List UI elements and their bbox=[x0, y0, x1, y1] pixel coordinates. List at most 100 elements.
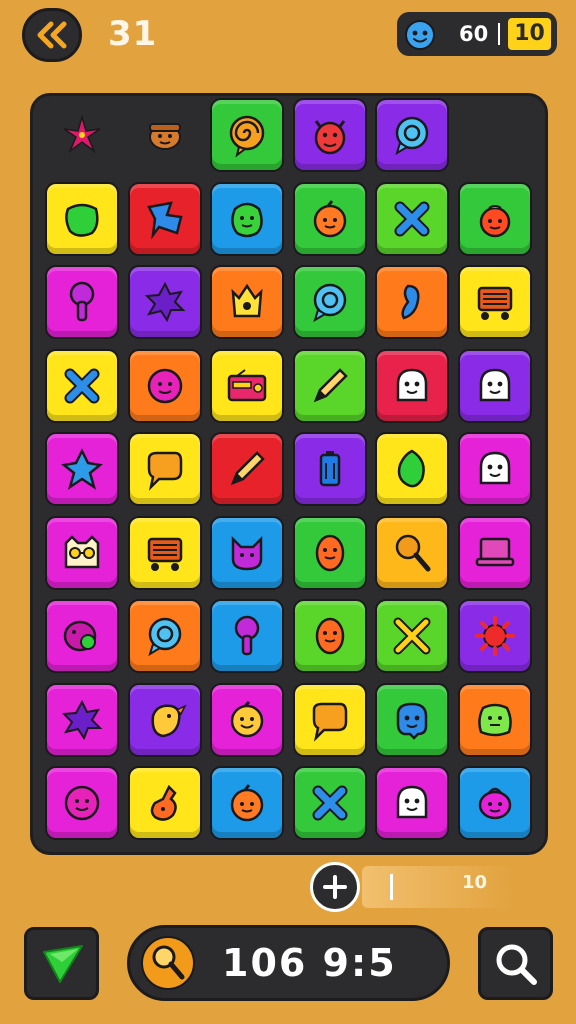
tile-crossed-tools[interactable] bbox=[375, 599, 449, 673]
tile-key[interactable] bbox=[210, 599, 284, 673]
tile-virus[interactable] bbox=[457, 599, 532, 673]
search-icon bbox=[496, 944, 537, 985]
tile-crown-face[interactable] bbox=[210, 265, 284, 339]
hint-divider bbox=[390, 874, 393, 900]
tile-speech[interactable] bbox=[292, 682, 367, 757]
fox-icon bbox=[150, 784, 177, 821]
tile-bird[interactable] bbox=[127, 682, 202, 757]
tile-speech[interactable] bbox=[127, 432, 202, 506]
tile-pot-face[interactable] bbox=[457, 766, 532, 840]
tile-glasses-face[interactable] bbox=[45, 515, 119, 590]
splat-icon bbox=[61, 699, 103, 740]
bean-icon bbox=[401, 284, 420, 320]
tile-ghost-face[interactable] bbox=[457, 432, 532, 506]
tile-cart[interactable] bbox=[457, 265, 532, 339]
key-icon bbox=[234, 615, 260, 656]
crossed-tools-icon bbox=[393, 617, 431, 655]
cat-face-icon bbox=[231, 535, 263, 570]
cart-icon bbox=[147, 537, 182, 571]
tile-cross[interactable] bbox=[292, 766, 367, 840]
tile-laptop[interactable] bbox=[457, 515, 532, 590]
blob-face-icon bbox=[477, 703, 512, 736]
tile-bean[interactable] bbox=[375, 265, 449, 339]
tile-cat-face[interactable] bbox=[210, 515, 284, 590]
hint-count: 10 bbox=[462, 872, 488, 893]
tile-cross[interactable] bbox=[45, 348, 119, 423]
tile-monkey-face[interactable] bbox=[128, 98, 202, 172]
back-button[interactable] bbox=[22, 8, 82, 62]
tile-pencil[interactable] bbox=[292, 348, 367, 423]
tile-leaf[interactable] bbox=[375, 432, 449, 506]
star-icon bbox=[61, 448, 103, 490]
tile-flower[interactable] bbox=[45, 98, 119, 172]
tile-fish[interactable] bbox=[127, 181, 202, 256]
tile-cart[interactable] bbox=[127, 515, 202, 590]
tile-pig[interactable] bbox=[45, 599, 119, 673]
tile-ghost-face[interactable] bbox=[457, 348, 532, 423]
tile-blob[interactable] bbox=[45, 181, 119, 256]
ghost-face-icon bbox=[396, 785, 428, 819]
tile-cross[interactable] bbox=[375, 181, 449, 256]
tile-blob-face[interactable] bbox=[457, 682, 532, 757]
tile-swirl-bubble[interactable] bbox=[210, 98, 284, 172]
tile-smiley[interactable] bbox=[210, 682, 284, 757]
tile-ghost-face[interactable] bbox=[375, 766, 449, 840]
level-badge: 10 bbox=[508, 18, 551, 50]
bean-face-icon bbox=[315, 534, 344, 571]
tile-pencil[interactable] bbox=[210, 432, 284, 506]
search-button[interactable] bbox=[478, 927, 553, 1000]
tile-devil-face[interactable] bbox=[292, 98, 367, 172]
tile-orange-face[interactable] bbox=[292, 181, 367, 256]
speech-icon bbox=[312, 702, 347, 742]
tile-star[interactable] bbox=[45, 432, 119, 506]
key-icon bbox=[69, 281, 95, 322]
ghost-face-icon bbox=[479, 451, 510, 485]
chat-bubble-icon bbox=[312, 283, 346, 323]
tile-face[interactable] bbox=[45, 766, 119, 840]
tile-cactus-face[interactable] bbox=[210, 181, 284, 256]
total-score: 106 9:5 bbox=[222, 941, 397, 985]
devil-face-icon bbox=[314, 120, 345, 155]
face-icon bbox=[64, 785, 100, 821]
splat-icon bbox=[144, 281, 185, 323]
chat-bubble-icon bbox=[395, 116, 429, 156]
tile-face[interactable] bbox=[127, 348, 202, 423]
tile-chat-bubble[interactable] bbox=[292, 265, 367, 339]
green-arrow-icon bbox=[42, 944, 83, 983]
tile-radio[interactable] bbox=[210, 348, 284, 423]
pot-face-icon bbox=[478, 787, 511, 820]
tile-bean-face[interactable] bbox=[292, 599, 367, 673]
ghost-face-icon bbox=[396, 368, 428, 401]
pencil-icon bbox=[230, 451, 265, 486]
tile-magnifier[interactable] bbox=[375, 515, 449, 590]
smiley-icon bbox=[230, 700, 264, 737]
fish-icon bbox=[146, 200, 183, 240]
tile-tomato-face[interactable] bbox=[457, 181, 532, 256]
tile-fox[interactable] bbox=[127, 766, 202, 840]
tile-splat[interactable] bbox=[127, 265, 202, 339]
pig-icon bbox=[63, 620, 97, 652]
total-score-bar: 106 9:5 bbox=[127, 925, 450, 1001]
tile-splat[interactable] bbox=[45, 682, 119, 757]
tile-chat-bubble[interactable] bbox=[375, 98, 449, 172]
blob-icon bbox=[65, 203, 99, 237]
tile-key[interactable] bbox=[45, 265, 119, 339]
tile-orange-face[interactable] bbox=[210, 766, 284, 840]
player-score-pill: 60 10 bbox=[397, 12, 557, 56]
tile-battery[interactable] bbox=[292, 432, 367, 506]
tile-parrot-face[interactable] bbox=[375, 682, 449, 757]
glasses-face-icon bbox=[64, 534, 100, 568]
add-button[interactable] bbox=[310, 862, 360, 912]
tile-chat-bubble[interactable] bbox=[127, 599, 202, 673]
tile-bean-face[interactable] bbox=[292, 515, 367, 590]
pencil-icon bbox=[313, 367, 348, 402]
confirm-button[interactable] bbox=[24, 927, 99, 1000]
coin-magnifier-icon bbox=[141, 936, 195, 990]
ghost-face-icon bbox=[479, 368, 510, 401]
battery-icon bbox=[319, 451, 340, 487]
flower-icon bbox=[63, 114, 101, 154]
tile-ghost-face[interactable] bbox=[375, 348, 449, 423]
radio-icon bbox=[227, 368, 267, 401]
tile-none bbox=[458, 98, 532, 172]
level-number: 31 bbox=[108, 14, 158, 54]
